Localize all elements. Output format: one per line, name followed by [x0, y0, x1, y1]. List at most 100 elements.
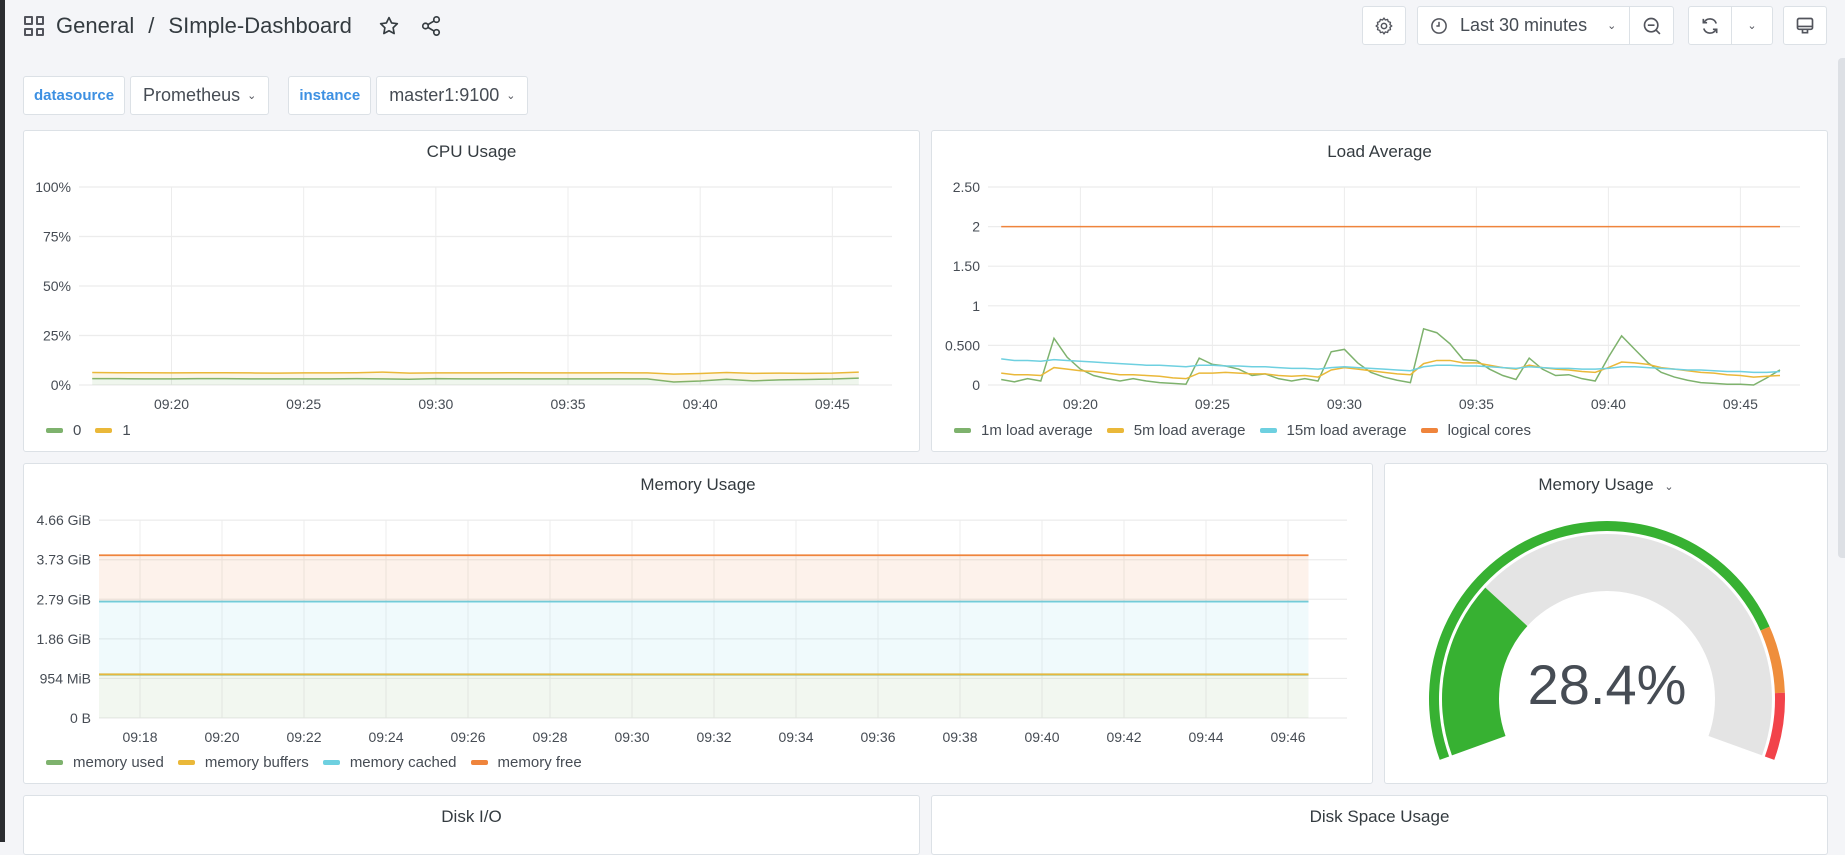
clock-icon: [1430, 17, 1448, 35]
share-button[interactable]: [420, 15, 442, 37]
x-tick-label: 09:22: [286, 729, 321, 745]
variable-select-datasource[interactable]: Prometheus ⌄: [130, 76, 269, 115]
breadcrumb-folder[interactable]: General: [56, 13, 134, 39]
cpu-legend: 0 1: [46, 422, 145, 439]
x-tick-label: 09:45: [1723, 396, 1758, 412]
legend-swatch: [46, 428, 63, 433]
variable-select-instance[interactable]: master1:9100 ⌄: [376, 76, 528, 115]
legend-swatch: [46, 760, 63, 765]
template-variables: datasource Prometheus ⌄ instance master1…: [23, 76, 528, 115]
x-tick-label: 09:35: [550, 396, 585, 412]
variable-label-datasource: datasource: [23, 76, 125, 115]
y-tick-label: 954 MiB: [40, 670, 91, 686]
legend-label: memory buffers: [205, 754, 309, 771]
x-tick-label: 09:25: [1195, 396, 1230, 412]
x-tick-label: 09:18: [122, 729, 157, 745]
refresh-button[interactable]: [1689, 7, 1731, 44]
load-average-panel: Load Average 00.50011.5022.5009:2009:250…: [931, 130, 1828, 452]
legend-label: memory used: [73, 754, 164, 771]
legend-item-used[interactable]: memory used: [46, 754, 164, 771]
y-tick-label: 0.500: [945, 337, 980, 353]
x-tick-label: 09:26: [450, 729, 485, 745]
disk-io-panel: Disk I/O: [23, 795, 920, 855]
x-tick-label: 09:38: [942, 729, 977, 745]
memory-usage-chart[interactable]: 0 B954 MiB1.86 GiB2.79 GiB3.73 GiB4.66 G…: [24, 464, 1374, 785]
legend-swatch: [471, 760, 488, 765]
y-tick-label: 1.86 GiB: [37, 631, 91, 647]
legend-label: 1: [122, 422, 130, 439]
refresh-interval-dropdown[interactable]: ⌄: [1731, 7, 1772, 44]
legend-item-0[interactable]: 0: [46, 422, 81, 439]
dashboard-nav: General / SImple-Dashboard: [24, 6, 442, 46]
x-tick-label: 09:40: [1591, 396, 1626, 412]
legend-item-15m[interactable]: 15m load average: [1260, 422, 1407, 439]
y-tick-label: 1: [972, 298, 980, 314]
side-menu-edge: [0, 0, 5, 842]
breadcrumb-separator: /: [148, 13, 154, 39]
x-tick-label: 09:34: [778, 729, 813, 745]
x-tick-label: 09:44: [1188, 729, 1223, 745]
y-tick-label: 3.73 GiB: [37, 552, 91, 568]
y-tick-label: 100%: [35, 179, 71, 195]
x-tick-label: 09:42: [1106, 729, 1141, 745]
time-picker-group: Last 30 minutes ⌄: [1417, 6, 1674, 45]
x-tick-label: 09:30: [1327, 396, 1362, 412]
dashboard-settings-button[interactable]: [1362, 6, 1406, 45]
x-tick-label: 09:36: [860, 729, 895, 745]
monitor-icon: [1795, 16, 1815, 36]
chevron-down-icon: ⌄: [1607, 19, 1616, 32]
share-icon: [420, 15, 442, 37]
favorite-button[interactable]: [378, 15, 400, 37]
x-tick-label: 09:20: [204, 729, 239, 745]
legend-item-free[interactable]: memory free: [471, 754, 582, 771]
load-average-chart[interactable]: 00.50011.5022.5009:2009:2509:3009:3509:4…: [932, 131, 1829, 453]
legend-swatch: [1260, 428, 1277, 433]
panel-title[interactable]: Disk Space Usage: [932, 807, 1827, 827]
tv-mode-button[interactable]: [1783, 6, 1827, 45]
gear-icon: [1374, 16, 1394, 36]
series-line-15m-load-average: [1001, 359, 1780, 372]
chevron-down-icon: ⌄: [1747, 19, 1756, 32]
load-legend: 1m load average 5m load average 15m load…: [954, 422, 1545, 439]
legend-label: 1m load average: [981, 422, 1093, 439]
series-area-memory-cached: [99, 602, 1309, 675]
legend-item-cached[interactable]: memory cached: [323, 754, 457, 771]
gauge-value-text: 28.4%: [1528, 653, 1687, 716]
refresh-icon: [1700, 16, 1720, 36]
x-tick-label: 09:40: [683, 396, 718, 412]
x-tick-label: 09:46: [1270, 729, 1305, 745]
legend-item-cores[interactable]: logical cores: [1421, 422, 1531, 439]
legend-item-5m[interactable]: 5m load average: [1107, 422, 1246, 439]
zoom-out-button[interactable]: [1629, 7, 1673, 44]
legend-swatch: [323, 760, 340, 765]
cpu-usage-chart[interactable]: 0%25%50%75%100%09:2009:2509:3009:3509:40…: [24, 131, 921, 453]
time-range-label: Last 30 minutes: [1460, 15, 1587, 36]
y-tick-label: 2.50: [953, 179, 980, 195]
x-tick-label: 09:40: [1024, 729, 1059, 745]
y-tick-label: 25%: [43, 328, 71, 344]
series-line-1m-load-average: [1001, 329, 1780, 385]
legend-swatch: [178, 760, 195, 765]
time-range-picker[interactable]: Last 30 minutes ⌄: [1418, 7, 1629, 44]
memory-legend: memory used memory buffers memory cached…: [46, 754, 596, 771]
legend-item-1[interactable]: 1: [95, 422, 130, 439]
panel-title[interactable]: Disk I/O: [24, 807, 919, 827]
grid-icon[interactable]: [24, 16, 44, 36]
cpu-usage-panel: CPU Usage 0%25%50%75%100%09:2009:2509:30…: [23, 130, 920, 452]
page-scrollbar[interactable]: [1838, 58, 1845, 558]
legend-label: memory cached: [350, 754, 457, 771]
refresh-group: ⌄: [1688, 6, 1773, 45]
legend-item-buffers[interactable]: memory buffers: [178, 754, 309, 771]
zoom-out-icon: [1642, 16, 1662, 36]
x-tick-label: 09:30: [614, 729, 649, 745]
legend-swatch: [1107, 428, 1124, 433]
chevron-down-icon: ⌄: [247, 89, 256, 102]
memory-usage-panel: Memory Usage 0 B954 MiB1.86 GiB2.79 GiB3…: [23, 463, 1373, 784]
y-tick-label: 2: [972, 219, 980, 235]
y-tick-label: 2.79 GiB: [37, 591, 91, 607]
dashboard-title[interactable]: SImple-Dashboard: [168, 13, 351, 39]
x-tick-label: 09:20: [154, 396, 189, 412]
legend-item-1m[interactable]: 1m load average: [954, 422, 1093, 439]
y-tick-label: 0%: [51, 377, 71, 393]
y-tick-label: 75%: [43, 229, 71, 245]
